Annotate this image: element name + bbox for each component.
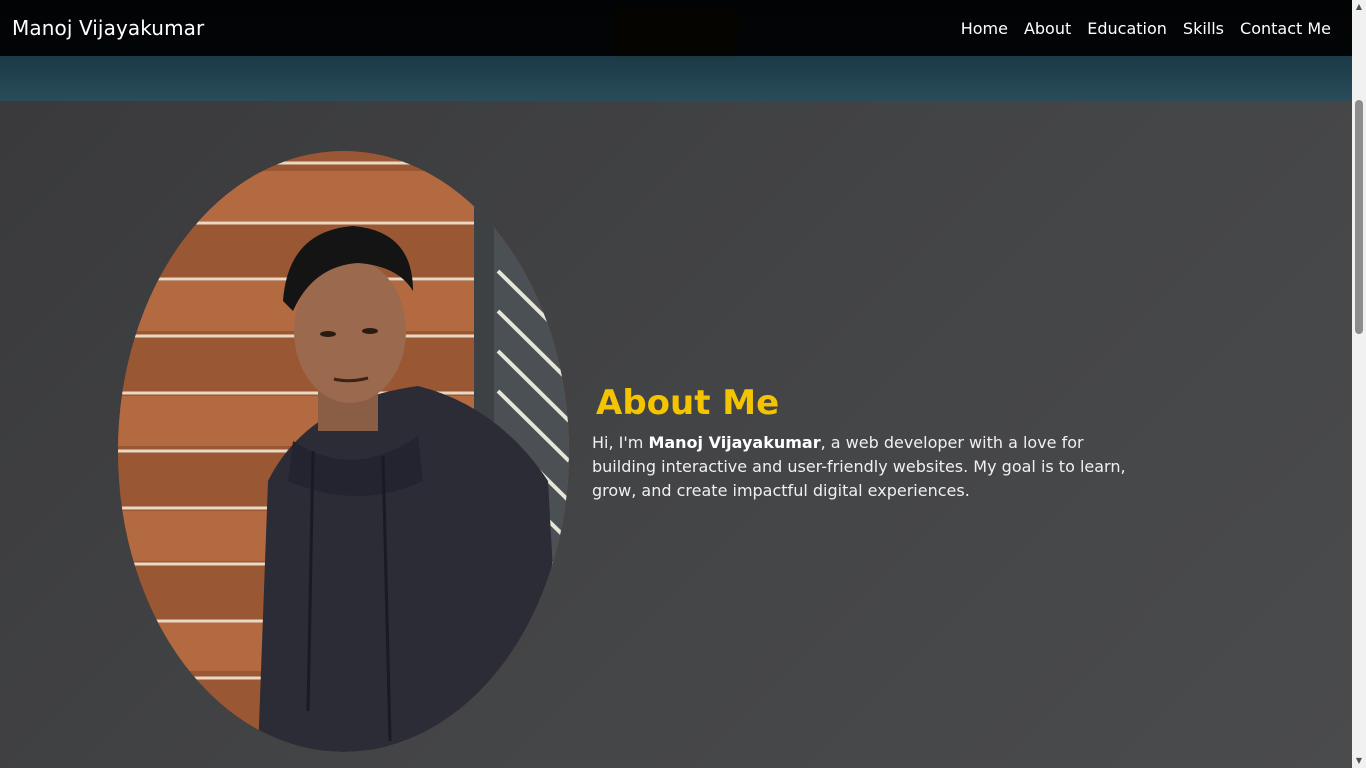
navbar: Manoj Vijayakumar Home About Education S… [0,0,1352,56]
nav-link-home[interactable]: Home [961,19,1008,38]
scroll-down-icon[interactable]: ▼ [1352,754,1366,768]
profile-photo-illustration [118,151,569,752]
about-title: About Me [596,383,780,423]
about-description: Hi, I'm Manoj Vijayakumar, a web develop… [592,431,1152,503]
about-section: About Me Hi, I'm Manoj Vijayakumar, a we… [0,101,1352,768]
nav-link-skills[interactable]: Skills [1183,19,1224,38]
about-text-block: About Me Hi, I'm Manoj Vijayakumar, a we… [592,383,1152,503]
nav-links: Home About Education Skills Contact Me [961,19,1331,38]
about-name: Manoj Vijayakumar [648,433,821,452]
brand-logo[interactable]: Manoj Vijayakumar [12,16,204,40]
scroll-up-icon[interactable]: ▲ [1352,0,1366,14]
nav-link-about[interactable]: About [1024,19,1071,38]
nav-link-contact[interactable]: Contact Me [1240,19,1331,38]
nav-link-education[interactable]: Education [1087,19,1167,38]
profile-photo [118,151,569,752]
scrollbar-thumb[interactable] [1355,100,1363,334]
page-scrollbar[interactable]: ▲ ▼ [1352,0,1366,768]
about-intro: Hi, I'm [592,433,649,452]
